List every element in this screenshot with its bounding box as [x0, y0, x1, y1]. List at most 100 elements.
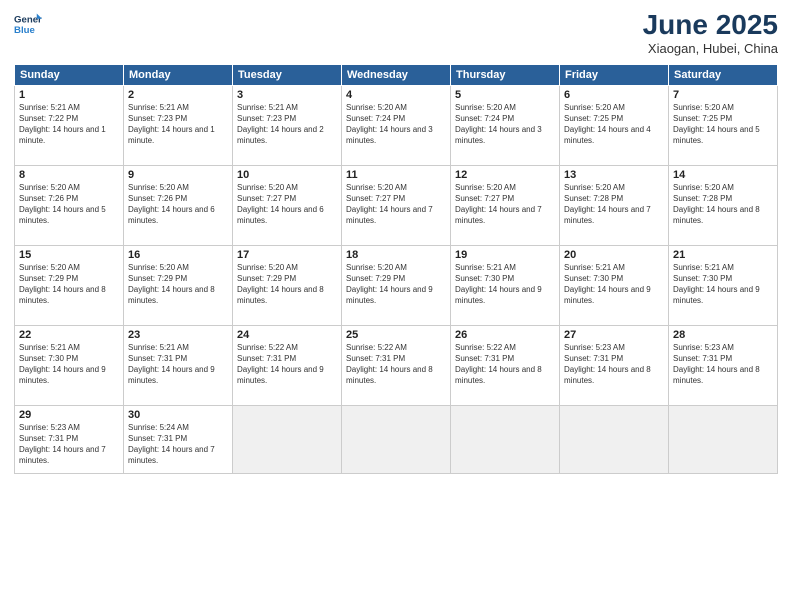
day-info: Sunrise: 5:20 AMSunset: 7:27 PMDaylight:…	[455, 182, 555, 227]
table-row: 19Sunrise: 5:21 AMSunset: 7:30 PMDayligh…	[451, 245, 560, 325]
day-number: 4	[346, 89, 446, 101]
table-row: 17Sunrise: 5:20 AMSunset: 7:29 PMDayligh…	[233, 245, 342, 325]
day-info: Sunrise: 5:21 AMSunset: 7:22 PMDaylight:…	[19, 102, 119, 147]
table-row: 15Sunrise: 5:20 AMSunset: 7:29 PMDayligh…	[15, 245, 124, 325]
day-number: 16	[128, 249, 228, 261]
table-row: 4Sunrise: 5:20 AMSunset: 7:24 PMDaylight…	[342, 85, 451, 165]
day-number: 22	[19, 329, 119, 341]
col-saturday: Saturday	[669, 64, 778, 85]
col-friday: Friday	[560, 64, 669, 85]
day-number: 14	[673, 169, 773, 181]
page: General Blue June 2025 Xiaogan, Hubei, C…	[0, 0, 792, 612]
day-info: Sunrise: 5:20 AMSunset: 7:25 PMDaylight:…	[564, 102, 664, 147]
table-row: 14Sunrise: 5:20 AMSunset: 7:28 PMDayligh…	[669, 165, 778, 245]
table-row: 16Sunrise: 5:20 AMSunset: 7:29 PMDayligh…	[124, 245, 233, 325]
day-info: Sunrise: 5:22 AMSunset: 7:31 PMDaylight:…	[455, 342, 555, 387]
table-row: 1Sunrise: 5:21 AMSunset: 7:22 PMDaylight…	[15, 85, 124, 165]
day-info: Sunrise: 5:23 AMSunset: 7:31 PMDaylight:…	[673, 342, 773, 387]
title-block: June 2025 Xiaogan, Hubei, China	[643, 10, 778, 56]
day-number: 9	[128, 169, 228, 181]
calendar-week-row: 8Sunrise: 5:20 AMSunset: 7:26 PMDaylight…	[15, 165, 778, 245]
table-row: 13Sunrise: 5:20 AMSunset: 7:28 PMDayligh…	[560, 165, 669, 245]
day-number: 26	[455, 329, 555, 341]
col-wednesday: Wednesday	[342, 64, 451, 85]
day-number: 3	[237, 89, 337, 101]
day-number: 10	[237, 169, 337, 181]
table-row	[669, 405, 778, 473]
day-info: Sunrise: 5:21 AMSunset: 7:30 PMDaylight:…	[455, 262, 555, 307]
day-number: 2	[128, 89, 228, 101]
day-number: 15	[19, 249, 119, 261]
table-row: 3Sunrise: 5:21 AMSunset: 7:23 PMDaylight…	[233, 85, 342, 165]
col-thursday: Thursday	[451, 64, 560, 85]
day-number: 24	[237, 329, 337, 341]
table-row: 26Sunrise: 5:22 AMSunset: 7:31 PMDayligh…	[451, 325, 560, 405]
day-info: Sunrise: 5:20 AMSunset: 7:27 PMDaylight:…	[237, 182, 337, 227]
day-number: 29	[19, 409, 119, 421]
col-monday: Monday	[124, 64, 233, 85]
calendar-week-row: 15Sunrise: 5:20 AMSunset: 7:29 PMDayligh…	[15, 245, 778, 325]
table-row	[451, 405, 560, 473]
calendar-week-row: 22Sunrise: 5:21 AMSunset: 7:30 PMDayligh…	[15, 325, 778, 405]
table-row: 7Sunrise: 5:20 AMSunset: 7:25 PMDaylight…	[669, 85, 778, 165]
day-number: 5	[455, 89, 555, 101]
table-row: 28Sunrise: 5:23 AMSunset: 7:31 PMDayligh…	[669, 325, 778, 405]
calendar-table: Sunday Monday Tuesday Wednesday Thursday…	[14, 64, 778, 474]
day-info: Sunrise: 5:20 AMSunset: 7:24 PMDaylight:…	[455, 102, 555, 147]
day-number: 25	[346, 329, 446, 341]
table-row: 18Sunrise: 5:20 AMSunset: 7:29 PMDayligh…	[342, 245, 451, 325]
table-row: 23Sunrise: 5:21 AMSunset: 7:31 PMDayligh…	[124, 325, 233, 405]
day-info: Sunrise: 5:20 AMSunset: 7:26 PMDaylight:…	[128, 182, 228, 227]
day-number: 1	[19, 89, 119, 101]
header: General Blue June 2025 Xiaogan, Hubei, C…	[14, 10, 778, 56]
table-row: 21Sunrise: 5:21 AMSunset: 7:30 PMDayligh…	[669, 245, 778, 325]
day-info: Sunrise: 5:21 AMSunset: 7:30 PMDaylight:…	[673, 262, 773, 307]
day-info: Sunrise: 5:20 AMSunset: 7:29 PMDaylight:…	[128, 262, 228, 307]
month-title: June 2025	[643, 10, 778, 41]
table-row: 12Sunrise: 5:20 AMSunset: 7:27 PMDayligh…	[451, 165, 560, 245]
day-info: Sunrise: 5:20 AMSunset: 7:29 PMDaylight:…	[346, 262, 446, 307]
table-row	[233, 405, 342, 473]
table-row: 24Sunrise: 5:22 AMSunset: 7:31 PMDayligh…	[233, 325, 342, 405]
day-number: 12	[455, 169, 555, 181]
calendar-week-row: 1Sunrise: 5:21 AMSunset: 7:22 PMDaylight…	[15, 85, 778, 165]
day-number: 11	[346, 169, 446, 181]
day-info: Sunrise: 5:20 AMSunset: 7:29 PMDaylight:…	[237, 262, 337, 307]
table-row	[560, 405, 669, 473]
day-number: 18	[346, 249, 446, 261]
day-number: 30	[128, 409, 228, 421]
day-info: Sunrise: 5:20 AMSunset: 7:27 PMDaylight:…	[346, 182, 446, 227]
day-number: 28	[673, 329, 773, 341]
day-info: Sunrise: 5:20 AMSunset: 7:26 PMDaylight:…	[19, 182, 119, 227]
day-info: Sunrise: 5:20 AMSunset: 7:29 PMDaylight:…	[19, 262, 119, 307]
table-row: 10Sunrise: 5:20 AMSunset: 7:27 PMDayligh…	[233, 165, 342, 245]
table-row: 5Sunrise: 5:20 AMSunset: 7:24 PMDaylight…	[451, 85, 560, 165]
table-row: 29Sunrise: 5:23 AMSunset: 7:31 PMDayligh…	[15, 405, 124, 473]
day-info: Sunrise: 5:21 AMSunset: 7:30 PMDaylight:…	[564, 262, 664, 307]
day-number: 6	[564, 89, 664, 101]
day-number: 27	[564, 329, 664, 341]
day-info: Sunrise: 5:22 AMSunset: 7:31 PMDaylight:…	[346, 342, 446, 387]
day-number: 8	[19, 169, 119, 181]
svg-text:Blue: Blue	[14, 25, 35, 36]
table-row: 30Sunrise: 5:24 AMSunset: 7:31 PMDayligh…	[124, 405, 233, 473]
day-number: 19	[455, 249, 555, 261]
day-number: 20	[564, 249, 664, 261]
table-row: 8Sunrise: 5:20 AMSunset: 7:26 PMDaylight…	[15, 165, 124, 245]
day-number: 13	[564, 169, 664, 181]
col-sunday: Sunday	[15, 64, 124, 85]
day-number: 23	[128, 329, 228, 341]
table-row: 9Sunrise: 5:20 AMSunset: 7:26 PMDaylight…	[124, 165, 233, 245]
day-info: Sunrise: 5:20 AMSunset: 7:28 PMDaylight:…	[564, 182, 664, 227]
table-row: 6Sunrise: 5:20 AMSunset: 7:25 PMDaylight…	[560, 85, 669, 165]
day-number: 7	[673, 89, 773, 101]
day-info: Sunrise: 5:21 AMSunset: 7:23 PMDaylight:…	[128, 102, 228, 147]
day-info: Sunrise: 5:20 AMSunset: 7:25 PMDaylight:…	[673, 102, 773, 147]
calendar-header-row: Sunday Monday Tuesday Wednesday Thursday…	[15, 64, 778, 85]
logo: General Blue	[14, 10, 42, 38]
day-info: Sunrise: 5:20 AMSunset: 7:28 PMDaylight:…	[673, 182, 773, 227]
day-info: Sunrise: 5:23 AMSunset: 7:31 PMDaylight:…	[19, 422, 119, 467]
day-number: 17	[237, 249, 337, 261]
table-row	[342, 405, 451, 473]
day-info: Sunrise: 5:21 AMSunset: 7:23 PMDaylight:…	[237, 102, 337, 147]
